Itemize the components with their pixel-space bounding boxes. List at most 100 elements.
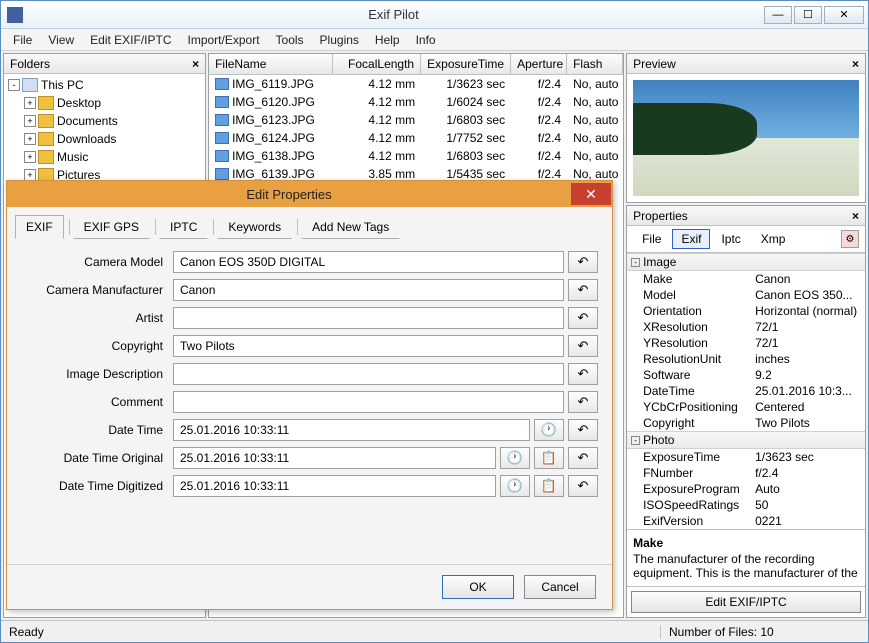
property-row[interactable]: ExifVersion0221: [627, 513, 865, 529]
minimize-button[interactable]: —: [764, 6, 792, 24]
property-row[interactable]: XResolution72/1: [627, 319, 865, 335]
clock-icon[interactable]: 🕐: [500, 447, 530, 469]
dialog-tab-keywords[interactable]: Keywords: [217, 215, 292, 239]
undo-icon[interactable]: ↶: [568, 307, 598, 329]
ok-button[interactable]: OK: [442, 575, 514, 599]
tab-iptc[interactable]: Iptc: [712, 229, 749, 249]
field-input-image-description[interactable]: [173, 363, 564, 385]
property-row[interactable]: OrientationHorizontal (normal): [627, 303, 865, 319]
table-row[interactable]: IMG_6123.JPG4.12 mm1/6803 secf/2.4No, au…: [209, 111, 623, 129]
menu-edit-exif-iptc[interactable]: Edit EXIF/IPTC: [82, 31, 179, 49]
cell-flash: No, auto: [567, 77, 623, 91]
prop-key: Make: [643, 272, 755, 286]
undo-icon[interactable]: ↶: [568, 475, 598, 497]
preview-pane: Preview ×: [626, 53, 866, 203]
section-photo[interactable]: -Photo: [627, 431, 865, 449]
tree-node-desktop[interactable]: +Desktop: [6, 94, 203, 112]
expand-icon[interactable]: +: [24, 115, 36, 127]
field-input-camera-manufacturer[interactable]: [173, 279, 564, 301]
folders-title: Folders: [10, 57, 50, 71]
tree-node-music[interactable]: +Music: [6, 148, 203, 166]
properties-tabs: FileExifIptcXmp ⚙: [627, 226, 865, 252]
table-row[interactable]: IMG_6138.JPG4.12 mm1/6803 secf/2.4No, au…: [209, 147, 623, 165]
folders-close-icon[interactable]: ×: [192, 57, 199, 71]
table-row[interactable]: IMG_6124.JPG4.12 mm1/7752 secf/2.4No, au…: [209, 129, 623, 147]
col-aperture[interactable]: Aperture: [511, 54, 567, 74]
dialog-tab-exif-gps[interactable]: EXIF GPS: [73, 215, 150, 239]
col-flash[interactable]: Flash: [567, 54, 623, 74]
tree-node-downloads[interactable]: + Downloads: [6, 130, 203, 148]
copy-icon[interactable]: 📋: [534, 447, 564, 469]
col-filename[interactable]: FileName: [209, 54, 333, 74]
maximize-button[interactable]: ☐: [794, 6, 822, 24]
undo-icon[interactable]: ↶: [568, 363, 598, 385]
expand-icon[interactable]: +: [24, 97, 36, 109]
undo-icon[interactable]: ↶: [568, 447, 598, 469]
property-row[interactable]: Software9.2: [627, 367, 865, 383]
menu-file[interactable]: File: [5, 31, 40, 49]
field-input-date-time[interactable]: [173, 419, 530, 441]
tree-node-documents[interactable]: +Documents: [6, 112, 203, 130]
table-row[interactable]: IMG_6120.JPG4.12 mm1/6024 secf/2.4No, au…: [209, 93, 623, 111]
edit-exif-iptc-button[interactable]: Edit EXIF/IPTC: [631, 591, 861, 613]
clock-icon[interactable]: 🕐: [500, 475, 530, 497]
col-exposuretime[interactable]: ExposureTime: [421, 54, 511, 74]
gear-icon[interactable]: ⚙: [841, 230, 859, 248]
clock-icon[interactable]: 🕐: [534, 419, 564, 441]
table-row[interactable]: IMG_6119.JPG4.12 mm1/3623 secf/2.4No, au…: [209, 75, 623, 93]
col-focallength[interactable]: FocalLength: [333, 54, 421, 74]
menu-info[interactable]: Info: [408, 31, 444, 49]
undo-icon[interactable]: ↶: [568, 391, 598, 413]
property-row[interactable]: YCbCrPositioningCentered: [627, 399, 865, 415]
collapse-icon[interactable]: -: [631, 258, 640, 267]
property-row[interactable]: ISOSpeedRatings50: [627, 497, 865, 513]
field-input-copyright[interactable]: [173, 335, 564, 357]
undo-icon[interactable]: ↶: [568, 419, 598, 441]
menu-view[interactable]: View: [40, 31, 82, 49]
section-title: Photo: [643, 433, 674, 447]
property-row[interactable]: ExposureProgramAuto: [627, 481, 865, 497]
expand-icon[interactable]: +: [24, 133, 36, 145]
folders-header: Folders ×: [4, 54, 205, 74]
dialog-tab-add-new-tags[interactable]: Add New Tags: [301, 215, 400, 239]
collapse-icon[interactable]: -: [631, 436, 640, 445]
menu-tools[interactable]: Tools: [268, 31, 312, 49]
menu-import-export[interactable]: Import/Export: [180, 31, 268, 49]
prop-key: Orientation: [643, 304, 755, 318]
properties-close-icon[interactable]: ×: [852, 209, 859, 223]
expand-icon[interactable]: -: [8, 79, 20, 91]
field-input-date-time-original[interactable]: [173, 447, 496, 469]
close-button[interactable]: ✕: [824, 6, 864, 24]
tree-label: Downloads: [57, 132, 116, 146]
expand-icon[interactable]: +: [24, 151, 36, 163]
section-image[interactable]: -Image: [627, 253, 865, 271]
undo-icon[interactable]: ↶: [568, 251, 598, 273]
property-row[interactable]: MakeCanon: [627, 271, 865, 287]
property-row[interactable]: FNumberf/2.4: [627, 465, 865, 481]
copy-icon[interactable]: 📋: [534, 475, 564, 497]
cancel-button[interactable]: Cancel: [524, 575, 596, 599]
tree-node-this-pc[interactable]: -This PC: [6, 76, 203, 94]
undo-icon[interactable]: ↶: [568, 335, 598, 357]
field-input-comment[interactable]: [173, 391, 564, 413]
app-icon: [7, 7, 23, 23]
property-row[interactable]: ModelCanon EOS 350...: [627, 287, 865, 303]
tab-exif[interactable]: Exif: [672, 229, 710, 249]
dialog-tab-exif[interactable]: EXIF: [15, 215, 64, 239]
field-input-date-time-digitized[interactable]: [173, 475, 496, 497]
field-input-camera-model[interactable]: [173, 251, 564, 273]
property-row[interactable]: ResolutionUnitinches: [627, 351, 865, 367]
tab-xmp[interactable]: Xmp: [752, 229, 795, 249]
property-row[interactable]: ExposureTime1/3623 sec: [627, 449, 865, 465]
field-input-artist[interactable]: [173, 307, 564, 329]
dialog-close-button[interactable]: ✕: [571, 183, 611, 205]
property-row[interactable]: DateTime25.01.2016 10:3...: [627, 383, 865, 399]
tab-file[interactable]: File: [633, 229, 670, 249]
property-row[interactable]: CopyrightTwo Pilots: [627, 415, 865, 431]
menu-plugins[interactable]: Plugins: [312, 31, 367, 49]
preview-close-icon[interactable]: ×: [852, 57, 859, 71]
undo-icon[interactable]: ↶: [568, 279, 598, 301]
menu-help[interactable]: Help: [367, 31, 408, 49]
dialog-tab-iptc[interactable]: IPTC: [159, 215, 208, 239]
property-row[interactable]: YResolution72/1: [627, 335, 865, 351]
